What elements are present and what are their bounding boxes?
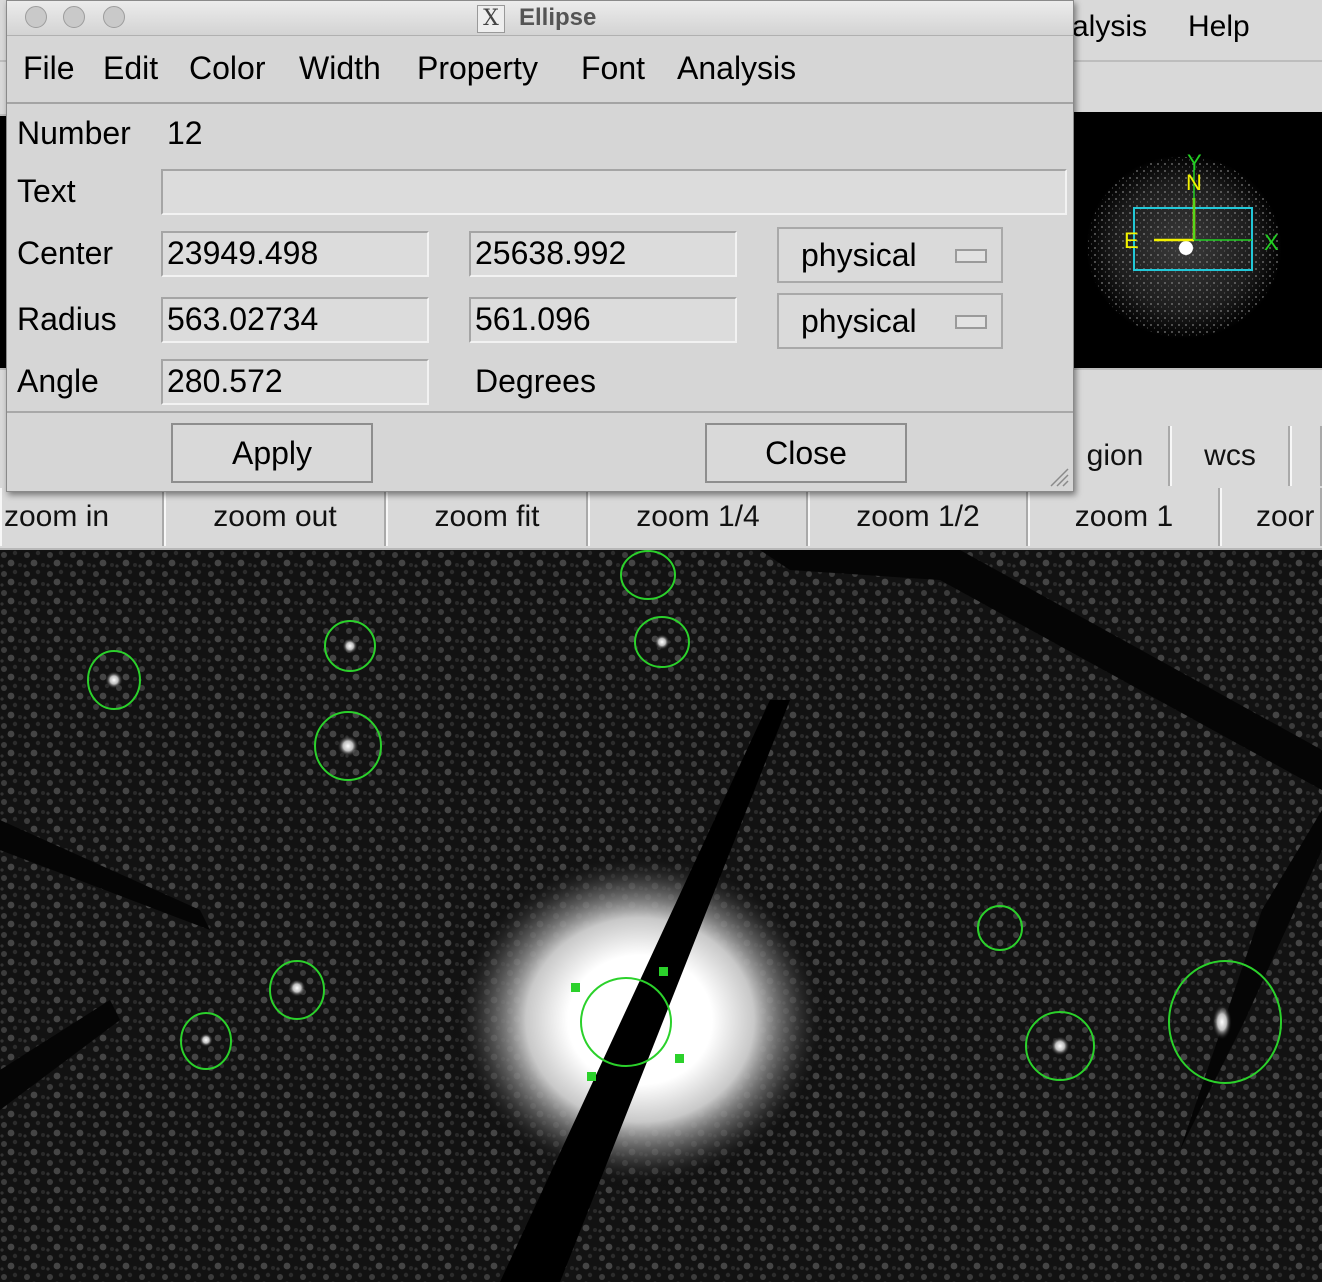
panner-thumbnail: Y N E X bbox=[1086, 150, 1282, 339]
region-handle[interactable] bbox=[571, 983, 580, 992]
zoom-more-label: zoor bbox=[1256, 500, 1315, 533]
center-label: Center bbox=[17, 235, 114, 271]
zoom-one-button[interactable]: zoom 1 bbox=[1028, 488, 1220, 546]
close-button[interactable]: Close bbox=[705, 423, 907, 483]
resize-grip-icon[interactable] bbox=[1047, 465, 1069, 487]
radius-system-select[interactable]: physical bbox=[777, 293, 1003, 349]
main-menu-help[interactable]: Help bbox=[1188, 10, 1250, 44]
zoom-window-icon[interactable] bbox=[103, 6, 125, 28]
zoom-in-label: zoom in bbox=[4, 500, 110, 533]
radius-1-input[interactable]: 563.02734 bbox=[161, 297, 429, 343]
ellipse-dialog: X Ellipse File Edit Color Width Property… bbox=[6, 0, 1074, 492]
region-button[interactable]: gion bbox=[1060, 426, 1170, 486]
apply-button-label: Apply bbox=[231, 434, 313, 471]
region-handle[interactable] bbox=[587, 1072, 596, 1081]
panner[interactable]: Y N E X bbox=[1072, 112, 1322, 368]
x11-logo-icon: X bbox=[477, 5, 505, 33]
more-button[interactable] bbox=[1290, 426, 1322, 486]
source-6 bbox=[199, 1033, 213, 1047]
menu-edit[interactable]: Edit bbox=[103, 50, 158, 87]
compass-x-label: X bbox=[1264, 230, 1279, 255]
dialog-menubar: File Edit Color Width Property Font Anal… bbox=[7, 36, 1073, 104]
number-value: 12 bbox=[167, 115, 203, 151]
dialog-titlebar[interactable]: X Ellipse bbox=[7, 1, 1073, 36]
image-display[interactable] bbox=[0, 550, 1322, 1282]
wcs-button[interactable]: wcs bbox=[1170, 426, 1290, 486]
region-button-label: gion bbox=[1086, 439, 1144, 472]
center-system-select[interactable]: physical bbox=[777, 227, 1003, 283]
center-x-input[interactable]: 23949.498 bbox=[161, 231, 429, 277]
zoom-fit-button[interactable]: zoom fit bbox=[386, 488, 588, 546]
text-input[interactable] bbox=[161, 169, 1067, 215]
dialog-separator bbox=[7, 411, 1073, 413]
wcs-button-label: wcs bbox=[1204, 439, 1256, 472]
source-1 bbox=[105, 671, 123, 689]
source-7 bbox=[1050, 1036, 1070, 1056]
radius-label: Radius bbox=[17, 301, 117, 337]
menu-color[interactable]: Color bbox=[189, 50, 265, 87]
dialog-title: Ellipse bbox=[519, 4, 597, 31]
panner-bright-source bbox=[1179, 241, 1193, 255]
zoom-one-label: zoom 1 bbox=[1074, 500, 1174, 533]
minimize-window-icon[interactable] bbox=[63, 6, 85, 28]
radius-system-value: physical bbox=[801, 303, 917, 339]
zoom-buttonbar: zoom in zoom out zoom fit zoom 1/4 zoom … bbox=[0, 488, 1322, 551]
menu-file[interactable]: File bbox=[23, 50, 75, 87]
angle-label: Angle bbox=[17, 363, 99, 399]
region-handle[interactable] bbox=[675, 1054, 684, 1063]
apply-button[interactable]: Apply bbox=[171, 423, 373, 483]
source-3 bbox=[337, 735, 359, 757]
source-8 bbox=[1212, 1004, 1232, 1040]
menu-font[interactable]: Font bbox=[581, 50, 645, 87]
source-5 bbox=[288, 979, 306, 997]
angle-unit: Degrees bbox=[475, 363, 596, 399]
zoom-quarter-label: zoom 1/4 bbox=[636, 500, 760, 533]
option-indicator-icon bbox=[955, 315, 987, 329]
center-system-value: physical bbox=[801, 237, 917, 273]
zoom-half-label: zoom 1/2 bbox=[856, 500, 980, 533]
source-2 bbox=[342, 638, 358, 654]
angle-input[interactable]: 280.572 bbox=[161, 359, 429, 405]
image-canvas[interactable] bbox=[0, 550, 1322, 1282]
zoom-more-button[interactable]: zoor bbox=[1220, 488, 1322, 546]
zoom-out-label: zoom out bbox=[213, 500, 337, 533]
region-handle[interactable] bbox=[659, 967, 668, 976]
compass-n-label: N bbox=[1186, 170, 1202, 195]
menu-width[interactable]: Width bbox=[299, 50, 381, 87]
zoom-in-button[interactable]: zoom in bbox=[0, 488, 164, 546]
main-menu-analysis[interactable]: alysis bbox=[1072, 10, 1147, 44]
text-label: Text bbox=[17, 173, 76, 209]
zoom-half-button[interactable]: zoom 1/2 bbox=[808, 488, 1028, 546]
zoom-fit-label: zoom fit bbox=[434, 500, 540, 533]
source-4 bbox=[654, 634, 670, 650]
close-button-label: Close bbox=[765, 434, 847, 471]
zoom-quarter-button[interactable]: zoom 1/4 bbox=[588, 488, 808, 546]
compass-e-label: E bbox=[1124, 228, 1139, 253]
menu-property[interactable]: Property bbox=[417, 50, 538, 87]
radius-2-input[interactable]: 561.096 bbox=[469, 297, 737, 343]
option-indicator-icon bbox=[955, 249, 987, 263]
menu-analysis[interactable]: Analysis bbox=[677, 50, 796, 87]
close-window-icon[interactable] bbox=[25, 6, 47, 28]
center-y-input[interactable]: 25638.992 bbox=[469, 231, 737, 277]
zoom-out-button[interactable]: zoom out bbox=[164, 488, 386, 546]
number-label: Number bbox=[17, 115, 131, 151]
